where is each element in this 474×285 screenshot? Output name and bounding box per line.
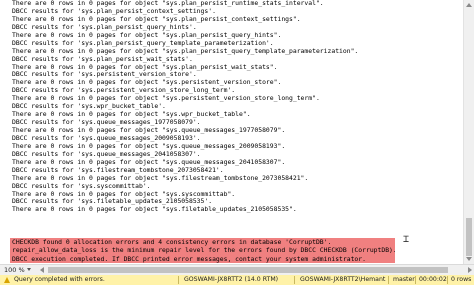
zoom-dropdown-icon[interactable] (27, 268, 31, 271)
query-status-bar: Query completed with errors. GOSWAMI-JX8… (0, 275, 474, 285)
message-line: DBCC results for 'sys.plan_persist_conte… (12, 7, 216, 15)
message-line: There are 0 rows in 0 pages for object "… (12, 47, 359, 55)
message-line: There are 0 rows in 0 pages for object "… (12, 79, 282, 87)
warning-icon (4, 277, 10, 283)
messages-pane[interactable]: There are 0 rows in 0 pages for object "… (0, 0, 463, 264)
vertical-scrollbar[interactable] (463, 0, 474, 264)
message-line: DBCC results for 'sys.persistent_version… (12, 87, 236, 95)
horizontal-scrollbar[interactable] (38, 266, 474, 274)
status-elapsed-time: 00:00:02 (419, 276, 447, 283)
text-cursor-icon: ⌶ (403, 234, 410, 245)
zoom-level[interactable]: 100 % (4, 265, 25, 275)
status-message: Query completed with errors. (14, 276, 105, 283)
scroll-down-icon[interactable] (466, 257, 472, 261)
message-line: There are 0 rows in 0 pages for object "… (12, 158, 286, 166)
message-line: DBCC results for 'sys.queue_messages_197… (12, 119, 201, 127)
message-line: There are 0 rows in 0 pages for object "… (12, 31, 282, 39)
message-line: DBCC results for 'sys.plan_persist_wait_… (12, 55, 193, 63)
status-user: GOSWAMI-JX8RTT2\Hemant... (300, 276, 386, 283)
message-line: DBCC results for 'sys.wpr_bucket_table'. (12, 103, 166, 111)
message-line: There are 0 rows in 0 pages for object "… (12, 142, 286, 150)
status-divider (415, 276, 416, 284)
message-line: DBCC results for 'sys.plan_persist_query… (12, 39, 274, 47)
message-line: DBCC results for 'sys.filestream_tombsto… (12, 166, 224, 174)
status-server: GOSWAMI-JX8RTT2 (14.0 RTM) (184, 276, 279, 283)
status-divider (447, 276, 448, 284)
message-line: There are 0 rows in 0 pages for object "… (12, 15, 301, 23)
message-line: DBCC results for 'sys.syscommittab'. (12, 182, 151, 190)
status-database: master (393, 276, 415, 283)
status-row-count: 0 rows (451, 276, 472, 283)
error-line: repair_allow_data_loss is the minimum re… (12, 246, 395, 255)
message-line: There are 0 rows in 0 pages for object "… (12, 206, 297, 214)
error-line: DBCC execution completed. If DBCC printe… (12, 254, 366, 263)
horizontal-scroll-thumb[interactable] (48, 267, 448, 273)
zoom-bar: 100 % (0, 264, 474, 275)
message-list: There are 0 rows in 0 pages for object "… (0, 0, 463, 214)
scroll-up-icon[interactable] (466, 3, 472, 7)
message-line: DBCC results for 'sys.plan_persist_query… (12, 23, 197, 31)
message-line: There are 0 rows in 0 pages for object "… (12, 190, 236, 198)
status-divider (178, 276, 179, 284)
message-line: There are 0 rows in 0 pages for object "… (12, 63, 278, 71)
message-line: DBCC results for 'sys.queue_messages_204… (12, 150, 201, 158)
status-divider (388, 276, 389, 284)
message-line: There are 0 rows in 0 pages for object "… (12, 127, 286, 134)
message-line: DBCC results for 'sys.persistent_version… (12, 71, 197, 79)
status-divider (294, 276, 295, 284)
vertical-scroll-thumb[interactable] (466, 218, 472, 256)
message-line: There are 0 rows in 0 pages for object "… (12, 174, 309, 182)
error-line: CHECKDB found 0 allocation errors and 4 … (12, 238, 332, 246)
message-line: There are 0 rows in 0 pages for object "… (12, 95, 320, 103)
error-summary: CHECKDB found 0 allocation errors and 4 … (10, 238, 395, 263)
scroll-right-icon[interactable] (468, 267, 472, 273)
message-line: There are 0 rows in 0 pages for object "… (12, 0, 324, 7)
message-line: DBCC results for 'sys.queue_messages_200… (12, 134, 201, 142)
message-line: DBCC results for 'sys.filetable_updates_… (12, 198, 213, 206)
message-line: There are 0 rows in 0 pages for object "… (12, 111, 251, 119)
scroll-left-icon[interactable] (40, 267, 44, 273)
